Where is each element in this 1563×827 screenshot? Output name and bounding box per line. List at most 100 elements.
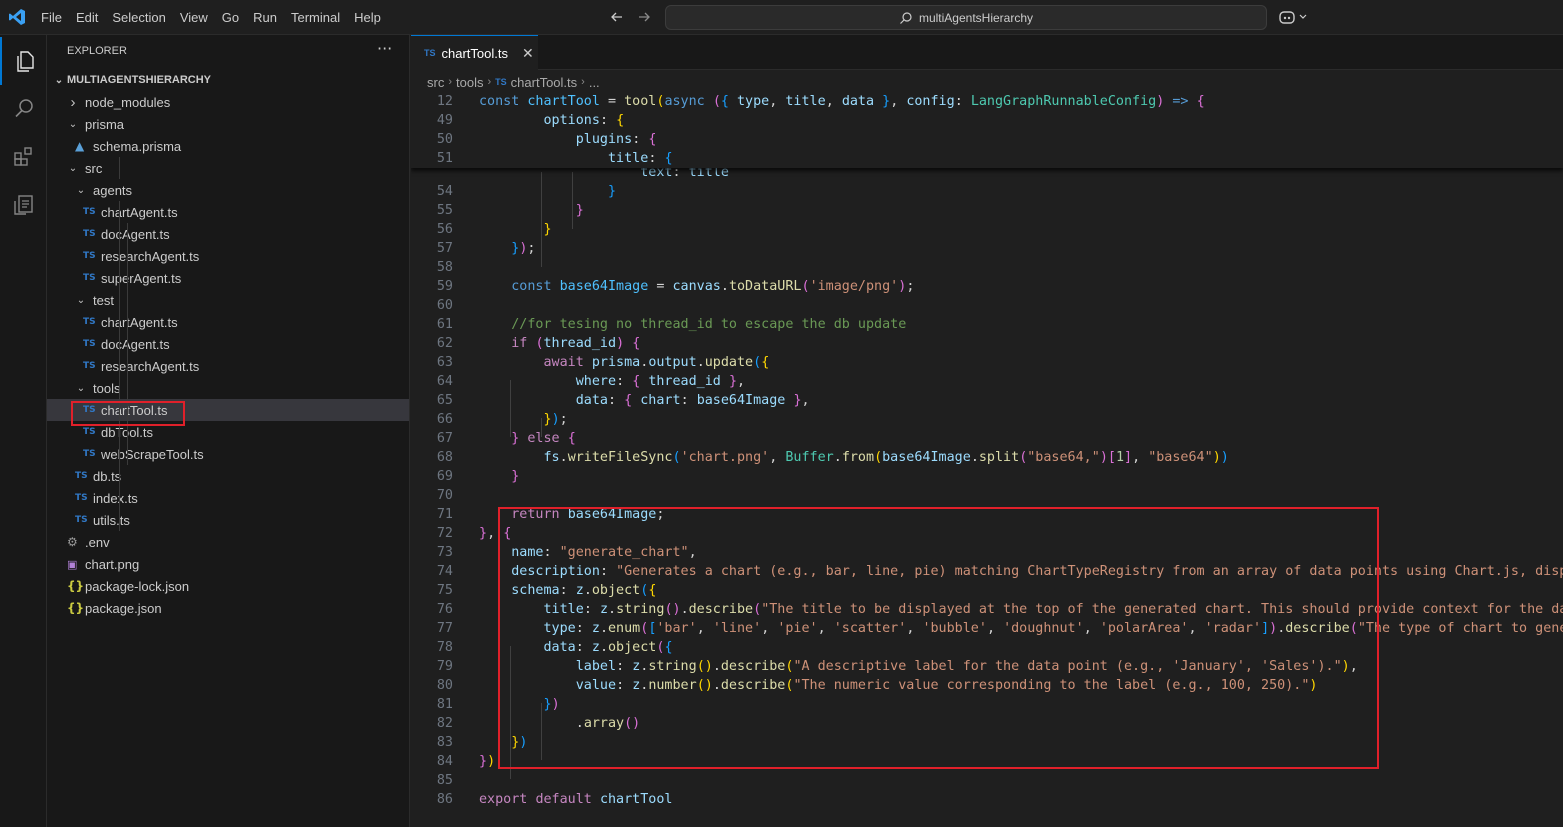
menu-item-help[interactable]: Help — [347, 10, 388, 25]
line-text: fs.writeFileSync('chart.png', Buffer.fro… — [543, 450, 1229, 465]
line-number: 73 — [436, 545, 453, 560]
line-number: 56 — [436, 222, 453, 237]
line-number: 68 — [436, 450, 453, 465]
tree-file[interactable]: TS db.ts — [47, 465, 409, 487]
explorer-icon[interactable] — [0, 37, 47, 85]
typescript-file-icon: TS — [83, 361, 96, 371]
typescript-file-icon: TS — [83, 339, 96, 349]
root-folder-label: MULTIAGENTSHIERARCHY — [67, 74, 212, 86]
line-text: } — [608, 184, 617, 199]
line-number: 67 — [436, 431, 453, 446]
tree-folder[interactable]: ⌄ tools — [47, 377, 409, 399]
tree-item-label: index.ts — [93, 490, 138, 506]
line-text: await prisma.output.update({ — [543, 355, 770, 370]
line-number: 70 — [436, 488, 453, 503]
line-text: const base64Image = canvas.toDataURL('im… — [511, 279, 915, 294]
line-text: options: { — [543, 113, 625, 128]
title-bar: File Edit Selection View Go Run Terminal Help m… — [0, 0, 1563, 35]
remote-explorer-icon[interactable] — [0, 181, 47, 229]
tab-charttool[interactable]: TS chartTool.ts ✕ — [411, 35, 538, 70]
back-arrow-icon[interactable] — [609, 9, 625, 25]
code-line: 56 } — [411, 220, 1563, 239]
typescript-file-icon: TS — [83, 273, 96, 283]
code-line: 66 }); — [411, 410, 1563, 429]
tree-file[interactable]: TS researchAgent.ts — [47, 245, 409, 267]
tree-file[interactable]: ▣ chart.png — [47, 553, 409, 575]
breadcrumb: src › tools › TS chartTool.ts › ... — [427, 73, 600, 91]
activity-bar — [0, 35, 47, 827]
menu-item-selection[interactable]: Selection — [105, 10, 172, 25]
code-line: 65 data: { chart: base64Image }, — [411, 391, 1563, 410]
typescript-file-icon: TS — [83, 251, 96, 261]
breadcrumb-symbol[interactable]: ... — [589, 75, 600, 90]
code-line: 55 } — [411, 201, 1563, 220]
typescript-file-icon: TS — [83, 207, 96, 217]
search-icon[interactable] — [0, 85, 47, 133]
code-line: 86 export default chartTool — [411, 790, 1563, 809]
tree-file[interactable]: TS researchAgent.ts — [47, 355, 409, 377]
line-text: title: { — [608, 151, 673, 166]
line-number: 74 — [436, 564, 453, 579]
line-number: 60 — [436, 298, 453, 313]
image-file-icon: ▣ — [67, 557, 78, 571]
tree-file[interactable]: TS chartAgent.ts — [47, 201, 409, 223]
tree-file[interactable]: TS index.ts — [47, 487, 409, 509]
tree-item-label: src — [85, 160, 103, 176]
tree-file[interactable]: TS utils.ts — [47, 509, 409, 531]
code-line: 58 — [411, 258, 1563, 277]
tree-file[interactable]: TS docAgent.ts — [47, 223, 409, 245]
line-number: 58 — [436, 260, 453, 275]
command-center[interactable]: multiAgentsHierarchy — [665, 5, 1267, 30]
tree-item-label: test — [93, 292, 114, 308]
tree-item-label: researchAgent.ts — [101, 248, 200, 264]
close-icon[interactable]: ✕ — [522, 45, 534, 62]
extensions-icon[interactable] — [0, 133, 47, 181]
menu-item-terminal[interactable]: Terminal — [284, 10, 347, 25]
tree-item-label: prisma — [85, 116, 125, 132]
breadcrumb-tools[interactable]: tools — [456, 75, 483, 90]
tree-file[interactable]: {} package-lock.json — [47, 575, 409, 597]
tree-folder[interactable]: ⌄ src — [47, 157, 409, 179]
line-number: 86 — [436, 792, 453, 807]
breadcrumb-file[interactable]: chartTool.ts — [511, 75, 577, 90]
line-text: if (thread_id) { — [511, 336, 641, 351]
copilot-icon[interactable] — [1278, 8, 1310, 26]
line-number: 12 — [436, 94, 453, 109]
forward-arrow-icon[interactable] — [636, 9, 652, 25]
tree-item-label: tools — [93, 380, 121, 396]
tree-item-label: docAgent.ts — [101, 226, 170, 242]
sticky-scroll-header[interactable]: 12 const chartTool = tool(async ({ type, … — [411, 92, 1563, 168]
line-text: //for tesing no thread_id to escape the … — [511, 317, 907, 332]
code-line: 63 await prisma.output.update({ — [411, 353, 1563, 372]
tree-folder[interactable]: ⌄ test — [47, 289, 409, 311]
line-text: }) — [479, 754, 496, 769]
tree-file[interactable]: TS webScrapeTool.ts — [47, 443, 409, 465]
line-text: }); — [543, 412, 568, 427]
breadcrumb-src[interactable]: src — [427, 75, 444, 90]
menu-item-go[interactable]: Go — [215, 10, 246, 25]
line-number: 57 — [436, 241, 453, 256]
workspace-root-folder[interactable]: ⌄ MULTIAGENTSHIERARCHY — [47, 69, 409, 91]
tree-folder[interactable]: › node_modules — [47, 91, 409, 113]
tree-file[interactable]: TS superAgent.ts — [47, 267, 409, 289]
typescript-file-icon: TS — [83, 449, 96, 459]
tree-file[interactable]: {} package.json — [47, 597, 409, 619]
tree-file[interactable]: TS docAgent.ts — [47, 333, 409, 355]
tree-file[interactable]: TS chartAgent.ts — [47, 311, 409, 333]
tree-folder[interactable]: ⌄ agents — [47, 179, 409, 201]
line-number: 75 — [436, 583, 453, 598]
vscode-logo-icon — [9, 9, 25, 25]
tree-item-label: docAgent.ts — [101, 336, 170, 352]
tree-file[interactable]: ▲ schema.prisma — [47, 135, 409, 157]
tree-file[interactable]: ⚙ .env — [47, 531, 409, 553]
menu-item-edit[interactable]: Edit — [69, 10, 105, 25]
highlight-box-code — [498, 507, 1379, 769]
chevron-down-icon: ⌄ — [68, 162, 78, 174]
tree-item-label: package.json — [85, 600, 162, 616]
tab-bar: TS chartTool.ts ✕ — [411, 35, 1563, 70]
menu-item-view[interactable]: View — [173, 10, 215, 25]
menu-item-run[interactable]: Run — [246, 10, 284, 25]
tree-folder[interactable]: ⌄ prisma — [47, 113, 409, 135]
more-actions-button[interactable]: ··· — [377, 39, 392, 58]
menu-item-file[interactable]: File — [34, 10, 69, 25]
